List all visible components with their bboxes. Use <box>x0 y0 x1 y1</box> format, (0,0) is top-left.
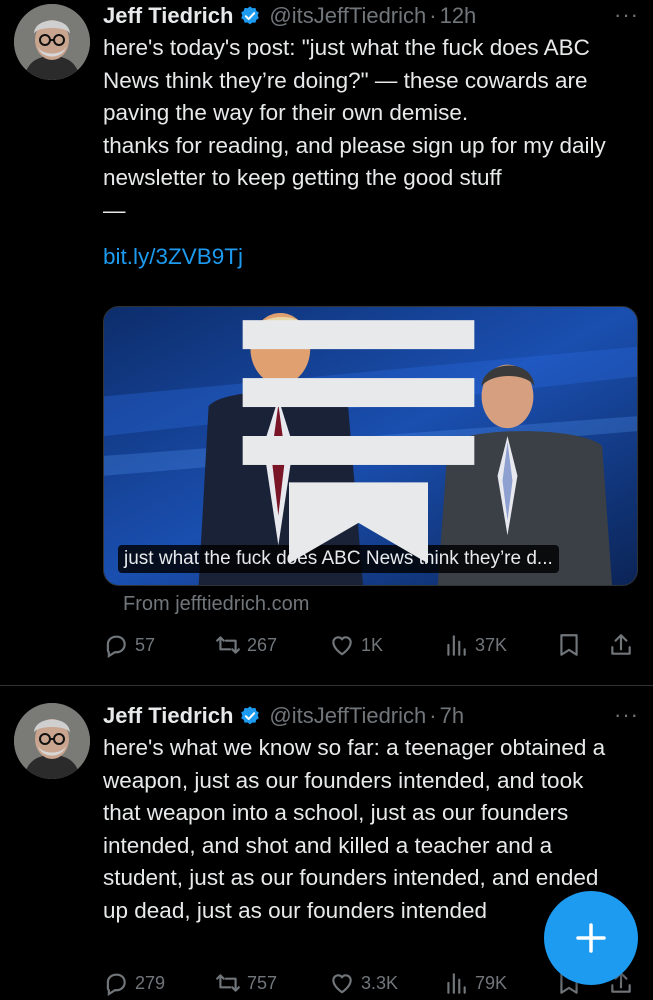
avatar[interactable] <box>14 4 90 80</box>
reply-icon <box>106 635 126 658</box>
repost-button[interactable]: 267 <box>215 632 277 658</box>
dot-separator: · <box>429 3 437 28</box>
views-icon <box>447 973 466 994</box>
link-card[interactable]: just what the fuck does ABC News think t… <box>103 306 638 586</box>
tweet-body: here's what we know so far: a teenager o… <box>103 735 612 923</box>
reply-count: 279 <box>135 972 166 993</box>
more-icon[interactable]: ··· <box>614 2 639 28</box>
avatar-photo <box>14 703 90 779</box>
tweet[interactable]: Jeff Tiedrich @itsJeffTiedrich · 12h ···… <box>0 0 653 686</box>
author-handle[interactable]: @itsJeffTiedrich <box>269 703 426 729</box>
heart-icon <box>332 636 352 656</box>
tweet-text: here's today's post: "just what the fuck… <box>103 32 623 274</box>
reply-count: 57 <box>135 634 156 655</box>
bookmark-button[interactable] <box>556 632 582 658</box>
more-icon[interactable]: ··· <box>614 702 639 728</box>
card-source[interactable]: From jefftiedrich.com <box>123 593 309 616</box>
like-button[interactable]: 1K <box>329 632 383 658</box>
repost-count: 267 <box>247 634 278 655</box>
dot-separator: · <box>429 703 437 728</box>
author-name[interactable]: Jeff Tiedrich <box>103 703 233 729</box>
avatar[interactable] <box>14 703 90 779</box>
plus-icon <box>576 923 606 953</box>
views-button[interactable]: 79K <box>443 970 507 996</box>
author-name[interactable]: Jeff Tiedrich <box>103 3 233 29</box>
verified-badge-icon[interactable] <box>239 705 261 727</box>
bookmark-icon <box>560 634 578 656</box>
verified-badge-icon[interactable] <box>239 5 261 27</box>
repost-icon <box>216 636 240 654</box>
views-button[interactable]: 37K <box>443 632 507 658</box>
reply-button[interactable]: 57 <box>103 632 155 658</box>
heart-icon <box>332 974 352 994</box>
repost-icon <box>216 974 240 992</box>
author-handle[interactable]: @itsJeffTiedrich <box>269 3 426 29</box>
repost-count: 757 <box>247 972 278 993</box>
article-icon <box>242 320 475 564</box>
tweet-body: here's today's post: "just what the fuck… <box>103 35 606 223</box>
share-button[interactable] <box>608 632 634 658</box>
tweet-divider <box>0 685 653 686</box>
repost-button[interactable]: 757 <box>215 970 277 996</box>
reply-icon <box>106 973 126 996</box>
reply-button[interactable]: 279 <box>103 970 165 996</box>
tweet-time[interactable]: 12h <box>440 3 477 29</box>
action-bar: 57 267 1K 37K <box>103 632 635 666</box>
tweet-time[interactable]: 7h <box>440 703 464 729</box>
compose-button[interactable] <box>544 891 638 985</box>
avatar-photo <box>14 4 90 80</box>
tweet-text: here's what we know so far: a teenager o… <box>103 732 623 927</box>
view-count: 37K <box>475 634 508 655</box>
tweet-link[interactable]: bit.ly/3ZVB9Tj <box>103 241 623 274</box>
like-button[interactable]: 3.3K <box>329 970 398 996</box>
tweet-header: Jeff Tiedrich @itsJeffTiedrich · 12h ··· <box>103 0 639 32</box>
like-count: 3.3K <box>361 972 399 993</box>
views-icon <box>447 635 466 656</box>
like-count: 1K <box>361 634 384 655</box>
share-icon <box>611 634 631 655</box>
tweet-header: Jeff Tiedrich @itsJeffTiedrich · 7h ··· <box>103 700 639 732</box>
action-bar: 279 757 3.3K 79K <box>103 970 635 1000</box>
view-count: 79K <box>475 972 508 993</box>
